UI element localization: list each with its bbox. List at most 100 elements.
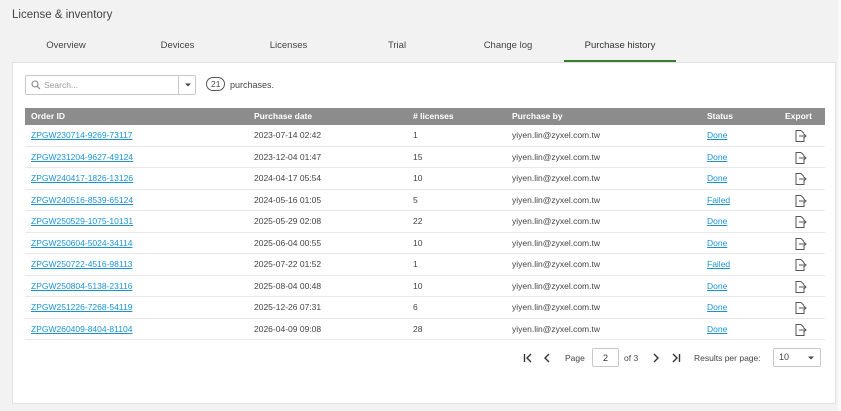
export-icon[interactable] <box>793 237 807 251</box>
license-count: 22 <box>413 216 423 226</box>
purchase-table: Order ID Purchase date # licenses Purcha… <box>25 108 825 340</box>
table-row: ZPGW231204-9627-49124 2023-12-04 01:47 15 y… <box>25 147 825 168</box>
header-order-id[interactable]: Order ID <box>31 108 65 125</box>
table-row: ZPGW250604-5024-34114 2025-06-04 00:55 10 y… <box>25 233 825 254</box>
next-page-icon[interactable] <box>652 353 660 363</box>
results-per-page-select[interactable]: 10 <box>773 348 821 367</box>
purchase-history-panel: 21 purchases. Order ID Purchase date # l… <box>12 62 836 404</box>
tab-overview[interactable]: Overview <box>12 34 120 62</box>
order-id-link[interactable]: ZPGW250722-4516-98113 <box>31 254 132 275</box>
order-id-link[interactable]: ZPGW240516-8539-65124 <box>31 190 133 211</box>
purchase-by: yiyen.lin@zyxel.com.tw <box>512 237 600 248</box>
status-link[interactable]: Done <box>707 211 727 232</box>
license-count: 10 <box>413 173 423 183</box>
order-id-link[interactable]: ZPGW240417-1826-13126 <box>31 168 133 189</box>
search-icon <box>31 80 41 90</box>
page-title: License & inventory <box>12 9 113 21</box>
export-icon[interactable] <box>793 194 807 208</box>
header-export: Export <box>785 111 812 121</box>
export-icon[interactable] <box>793 301 807 315</box>
search-input[interactable] <box>44 78 164 92</box>
status-link[interactable]: Done <box>707 125 727 146</box>
header-purchase-by[interactable]: Purchase by <box>512 108 563 125</box>
order-id-link[interactable]: ZPGW250529-1075-10131 <box>31 211 133 232</box>
status-link[interactable]: Done <box>707 276 727 297</box>
tab-change-log[interactable]: Change log <box>452 34 564 62</box>
purchase-by: yiyen.lin@zyxel.com.tw <box>512 259 600 269</box>
chevron-down-icon <box>808 356 814 360</box>
pagination: Page of 3 Results per page: 10 <box>13 347 835 369</box>
export-icon[interactable] <box>793 258 807 272</box>
order-id-link[interactable]: ZPGW251226-7268-54119 <box>31 297 132 318</box>
order-id-link[interactable]: ZPGW230714-9269-73117 <box>31 125 132 146</box>
purchase-by: yiyen.lin@zyxel.com.tw <box>512 280 600 291</box>
purchase-by: yiyen.lin@zyxel.com.tw <box>512 130 600 140</box>
last-page-icon[interactable] <box>671 353 681 363</box>
tab-bar: Overview Devices Licenses Trial Change l… <box>12 34 837 62</box>
license-count: 5 <box>413 194 418 205</box>
export-icon[interactable] <box>793 215 807 229</box>
status-link[interactable]: Done <box>707 168 727 189</box>
license-count: 1 <box>413 259 418 269</box>
table-row: ZPGW250722-4516-98113 2025-07-22 01:52 1 yi… <box>25 254 825 276</box>
purchase-by: yiyen.lin@zyxel.com.tw <box>512 323 600 334</box>
page-label: Page <box>565 353 585 363</box>
status-link[interactable]: Failed <box>707 254 730 275</box>
export-icon[interactable] <box>793 129 807 143</box>
prev-page-icon[interactable] <box>543 353 551 363</box>
tab-licenses[interactable]: Licenses <box>235 34 342 62</box>
purchase-date: 2024-05-16 01:05 <box>254 194 322 205</box>
count-badge: 21 <box>206 77 226 91</box>
status-link[interactable]: Done <box>707 147 727 168</box>
table-row: ZPGW240516-8539-65124 2024-05-16 01:05 5 yi… <box>25 190 825 211</box>
chevron-down-icon[interactable] <box>184 81 192 89</box>
license-count: 15 <box>413 151 423 162</box>
header-licenses[interactable]: # licenses <box>413 108 454 125</box>
table-row: ZPGW260409-8404-81104 2026-04-09 09:08 28 y… <box>25 319 825 340</box>
purchase-by: yiyen.lin@zyxel.com.tw <box>512 302 600 312</box>
status-link[interactable]: Failed <box>707 190 730 211</box>
purchase-date: 2025-06-04 00:55 <box>254 237 322 248</box>
export-icon[interactable] <box>793 323 807 337</box>
count-label: purchases. <box>229 80 275 90</box>
status-link[interactable]: Done <box>707 319 727 340</box>
purchase-date: 2025-12-26 07:31 <box>254 302 322 312</box>
purchase-date: 2025-05-29 02:08 <box>254 216 322 226</box>
purchase-by: yiyen.lin@zyxel.com.tw <box>512 216 600 226</box>
purchase-date: 2025-07-22 01:52 <box>254 259 322 269</box>
purchase-date: 2026-04-09 09:08 <box>254 323 322 334</box>
tab-devices[interactable]: Devices <box>120 34 235 62</box>
table-header: Order ID Purchase date # licenses Purcha… <box>25 108 825 125</box>
status-link[interactable]: Done <box>707 297 727 318</box>
license-count: 1 <box>413 130 418 140</box>
search-field[interactable] <box>25 75 196 95</box>
export-icon[interactable] <box>793 151 807 165</box>
first-page-icon[interactable] <box>523 353 533 363</box>
tab-purchase-history[interactable]: Purchase history <box>564 34 676 62</box>
export-icon[interactable] <box>793 280 807 294</box>
header-purchase-date[interactable]: Purchase date <box>254 108 312 125</box>
purchase-by: yiyen.lin@zyxel.com.tw <box>512 151 600 162</box>
tab-trial[interactable]: Trial <box>342 34 452 62</box>
table-row: ZPGW250529-1075-10131 2025-05-29 02:08 22 y… <box>25 211 825 233</box>
table-row: ZPGW251226-7268-54119 2025-12-26 07:31 6 yi… <box>25 297 825 319</box>
page-total: of 3 <box>624 353 639 363</box>
results-per-page-value: 10 <box>779 352 790 362</box>
header-status[interactable]: Status <box>707 108 733 125</box>
order-id-link[interactable]: ZPGW250804-5138-23116 <box>31 276 132 297</box>
purchase-count: 21 purchases. <box>206 77 274 93</box>
purchase-by: yiyen.lin@zyxel.com.tw <box>512 173 600 183</box>
export-icon[interactable] <box>793 172 807 186</box>
results-per-page-label: Results per page: <box>694 353 761 363</box>
status-link[interactable]: Done <box>707 233 727 254</box>
order-id-link[interactable]: ZPGW231204-9627-49124 <box>31 147 133 168</box>
table-row: ZPGW240417-1826-13126 2024-04-17 05:54 10 y… <box>25 168 825 190</box>
table-body: ZPGW230714-9269-73117 2023-07-14 02:42 1 yi… <box>25 125 825 340</box>
purchase-date: 2023-12-04 01:47 <box>254 151 322 162</box>
purchase-date: 2024-04-17 05:54 <box>254 173 322 183</box>
order-id-link[interactable]: ZPGW260409-8404-81104 <box>31 319 132 340</box>
page-number-input[interactable] <box>592 348 619 367</box>
table-row: ZPGW250804-5138-23116 2025-08-04 00:48 10 y… <box>25 276 825 297</box>
purchase-date: 2023-07-14 02:42 <box>254 130 322 140</box>
order-id-link[interactable]: ZPGW250604-5024-34114 <box>31 233 132 254</box>
